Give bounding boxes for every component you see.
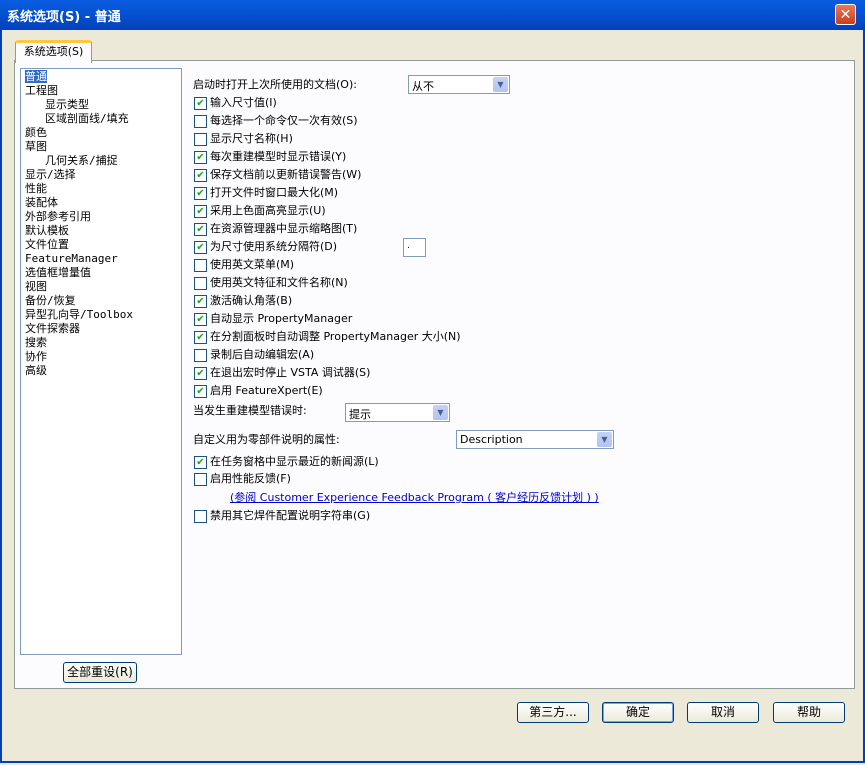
custom-prop-label: 自定义用为零部件说明的属性: bbox=[193, 433, 340, 446]
tree-item-external-references[interactable]: 外部参考引用 bbox=[25, 210, 91, 223]
rebuild-error-select[interactable]: 提示 ▼ bbox=[345, 403, 450, 422]
window-title: 系统选项(S) - 普通 bbox=[7, 10, 121, 25]
tree-item-default-templates[interactable]: 默认模板 bbox=[25, 224, 69, 237]
option-checkbox[interactable]: ✔ bbox=[194, 241, 207, 254]
tree-item-view[interactable]: 视图 bbox=[25, 280, 47, 293]
perf-feedback-checkbox[interactable] bbox=[194, 473, 207, 486]
options-tree[interactable]: 普通 工程图 显示类型 区域剖面线/填充 颜色 草图 几何关系/捕捉 显示/选择… bbox=[20, 68, 182, 655]
tree-item-collaboration[interactable]: 协作 bbox=[25, 350, 47, 363]
tree-item-performance[interactable]: 性能 bbox=[25, 182, 47, 195]
option-checkbox[interactable]: ✔ bbox=[194, 223, 207, 236]
option-checkbox[interactable]: ✔ bbox=[194, 331, 207, 344]
tree-item-advanced[interactable]: 高级 bbox=[25, 364, 47, 377]
reset-all-button[interactable]: 全部重设(R) bbox=[63, 662, 137, 683]
option-label: 为尺寸使用系统分隔符(D) bbox=[210, 240, 338, 253]
chevron-down-icon[interactable]: ▼ bbox=[493, 77, 508, 92]
option-checkbox[interactable] bbox=[194, 115, 207, 128]
custom-prop-value: Description bbox=[460, 433, 523, 446]
tree-item-display-style[interactable]: 显示类型 bbox=[45, 98, 89, 111]
title-bar: 系统选项(S) - 普通 ✕ bbox=[0, 0, 865, 30]
open-docs-label: 启动时打开上次所使用的文档(O): bbox=[193, 78, 357, 91]
cancel-button[interactable]: 取消 bbox=[687, 702, 759, 723]
option-label: 每次重建模型时显示错误(Y) bbox=[210, 150, 347, 163]
option-label: 打开文件时窗口最大化(M) bbox=[210, 186, 339, 199]
tree-item-backup-recover[interactable]: 备份/恢复 bbox=[25, 294, 76, 307]
ok-button[interactable]: 确定 bbox=[602, 702, 674, 723]
tree-item-area-hatch[interactable]: 区域剖面线/填充 bbox=[45, 112, 129, 125]
tree-item-sketch[interactable]: 草图 bbox=[25, 140, 47, 153]
option-label: 自动显示 PropertyManager bbox=[210, 312, 353, 325]
option-label: 显示尺寸名称(H) bbox=[210, 132, 293, 145]
option-label: 输入尺寸值(I) bbox=[210, 96, 277, 109]
option-label: 录制后自动编辑宏(A) bbox=[210, 348, 315, 361]
disable-config-label: 禁用其它焊件配置说明字符串(G) bbox=[210, 509, 371, 522]
tree-item-file-explorer[interactable]: 文件探索器 bbox=[25, 322, 80, 335]
disable-config-checkbox[interactable] bbox=[194, 510, 207, 523]
option-checkbox[interactable]: ✔ bbox=[194, 151, 207, 164]
option-label: 在资源管理器中显示缩略图(T) bbox=[210, 222, 358, 235]
tree-item-display-selection[interactable]: 显示/选择 bbox=[25, 168, 76, 181]
perf-feedback-label: 启用性能反馈(F) bbox=[210, 472, 291, 485]
option-label: 激活确认角落(B) bbox=[210, 294, 293, 307]
option-label: 每选择一个命令仅一次有效(S) bbox=[210, 114, 358, 127]
tree-item-drawings[interactable]: 工程图 bbox=[25, 84, 58, 97]
news-label: 在任务窗格中显示最近的新闻源(L) bbox=[210, 455, 379, 468]
tree-item-relations-snaps[interactable]: 几何关系/捕捉 bbox=[45, 154, 118, 167]
separator-field[interactable]: . bbox=[403, 238, 426, 257]
option-label: 在分割面板时自动调整 PropertyManager 大小(N) bbox=[210, 330, 461, 343]
option-label: 启用 FeatureXpert(E) bbox=[210, 384, 323, 397]
tree-item-hole-wizard-toolbox[interactable]: 异型孔向导/Toolbox bbox=[25, 308, 133, 321]
news-checkbox[interactable]: ✔ bbox=[194, 456, 207, 469]
option-checkbox[interactable]: ✔ bbox=[194, 205, 207, 218]
option-checkbox[interactable]: ✔ bbox=[194, 385, 207, 398]
open-docs-select[interactable]: 从不 ▼ bbox=[408, 75, 510, 94]
option-checkbox[interactable]: ✔ bbox=[194, 295, 207, 308]
chevron-down-icon[interactable]: ▼ bbox=[597, 432, 612, 447]
option-checkbox[interactable] bbox=[194, 277, 207, 290]
option-label: 保存文档前以更新错误警告(W) bbox=[210, 168, 362, 181]
option-checkbox[interactable]: ✔ bbox=[194, 169, 207, 182]
rebuild-error-value: 提示 bbox=[349, 408, 371, 421]
option-checkbox[interactable] bbox=[194, 349, 207, 362]
option-checkbox[interactable]: ✔ bbox=[194, 367, 207, 380]
option-label: 使用英文菜单(M) bbox=[210, 258, 295, 271]
option-checkbox[interactable]: ✔ bbox=[194, 313, 207, 326]
option-checkbox[interactable] bbox=[194, 133, 207, 146]
tree-item-assemblies[interactable]: 装配体 bbox=[25, 196, 58, 209]
option-checkbox[interactable]: ✔ bbox=[194, 97, 207, 110]
custom-prop-select[interactable]: Description ▼ bbox=[456, 430, 614, 449]
tab-system-options[interactable]: 系统选项(S) bbox=[15, 40, 92, 63]
close-button[interactable]: ✕ bbox=[835, 4, 856, 25]
tree-item-general[interactable]: 普通 bbox=[25, 70, 47, 83]
option-checkbox[interactable] bbox=[194, 259, 207, 272]
option-label: 在退出宏时停止 VSTA 调试器(S) bbox=[210, 366, 371, 379]
tree-item-file-locations[interactable]: 文件位置 bbox=[25, 238, 69, 251]
option-checkbox[interactable]: ✔ bbox=[194, 187, 207, 200]
tree-item-spin-box-increments[interactable]: 选值框增量值 bbox=[25, 266, 91, 279]
open-docs-value: 从不 bbox=[412, 80, 434, 93]
option-label: 使用英文特征和文件名称(N) bbox=[210, 276, 348, 289]
third-party-button[interactable]: 第三方... bbox=[517, 702, 589, 723]
option-label: 采用上色面高亮显示(U) bbox=[210, 204, 326, 217]
rebuild-error-label: 当发生重建模型错误时: bbox=[193, 404, 307, 417]
help-button[interactable]: 帮助 bbox=[773, 702, 845, 723]
feedback-program-link[interactable]: (参阅 Customer Experience Feedback Program… bbox=[230, 489, 599, 505]
tree-item-featuremanager[interactable]: FeatureManager bbox=[25, 252, 118, 265]
chevron-down-icon[interactable]: ▼ bbox=[433, 405, 448, 420]
tree-item-colors[interactable]: 颜色 bbox=[25, 126, 47, 139]
tree-item-search[interactable]: 搜索 bbox=[25, 336, 47, 349]
